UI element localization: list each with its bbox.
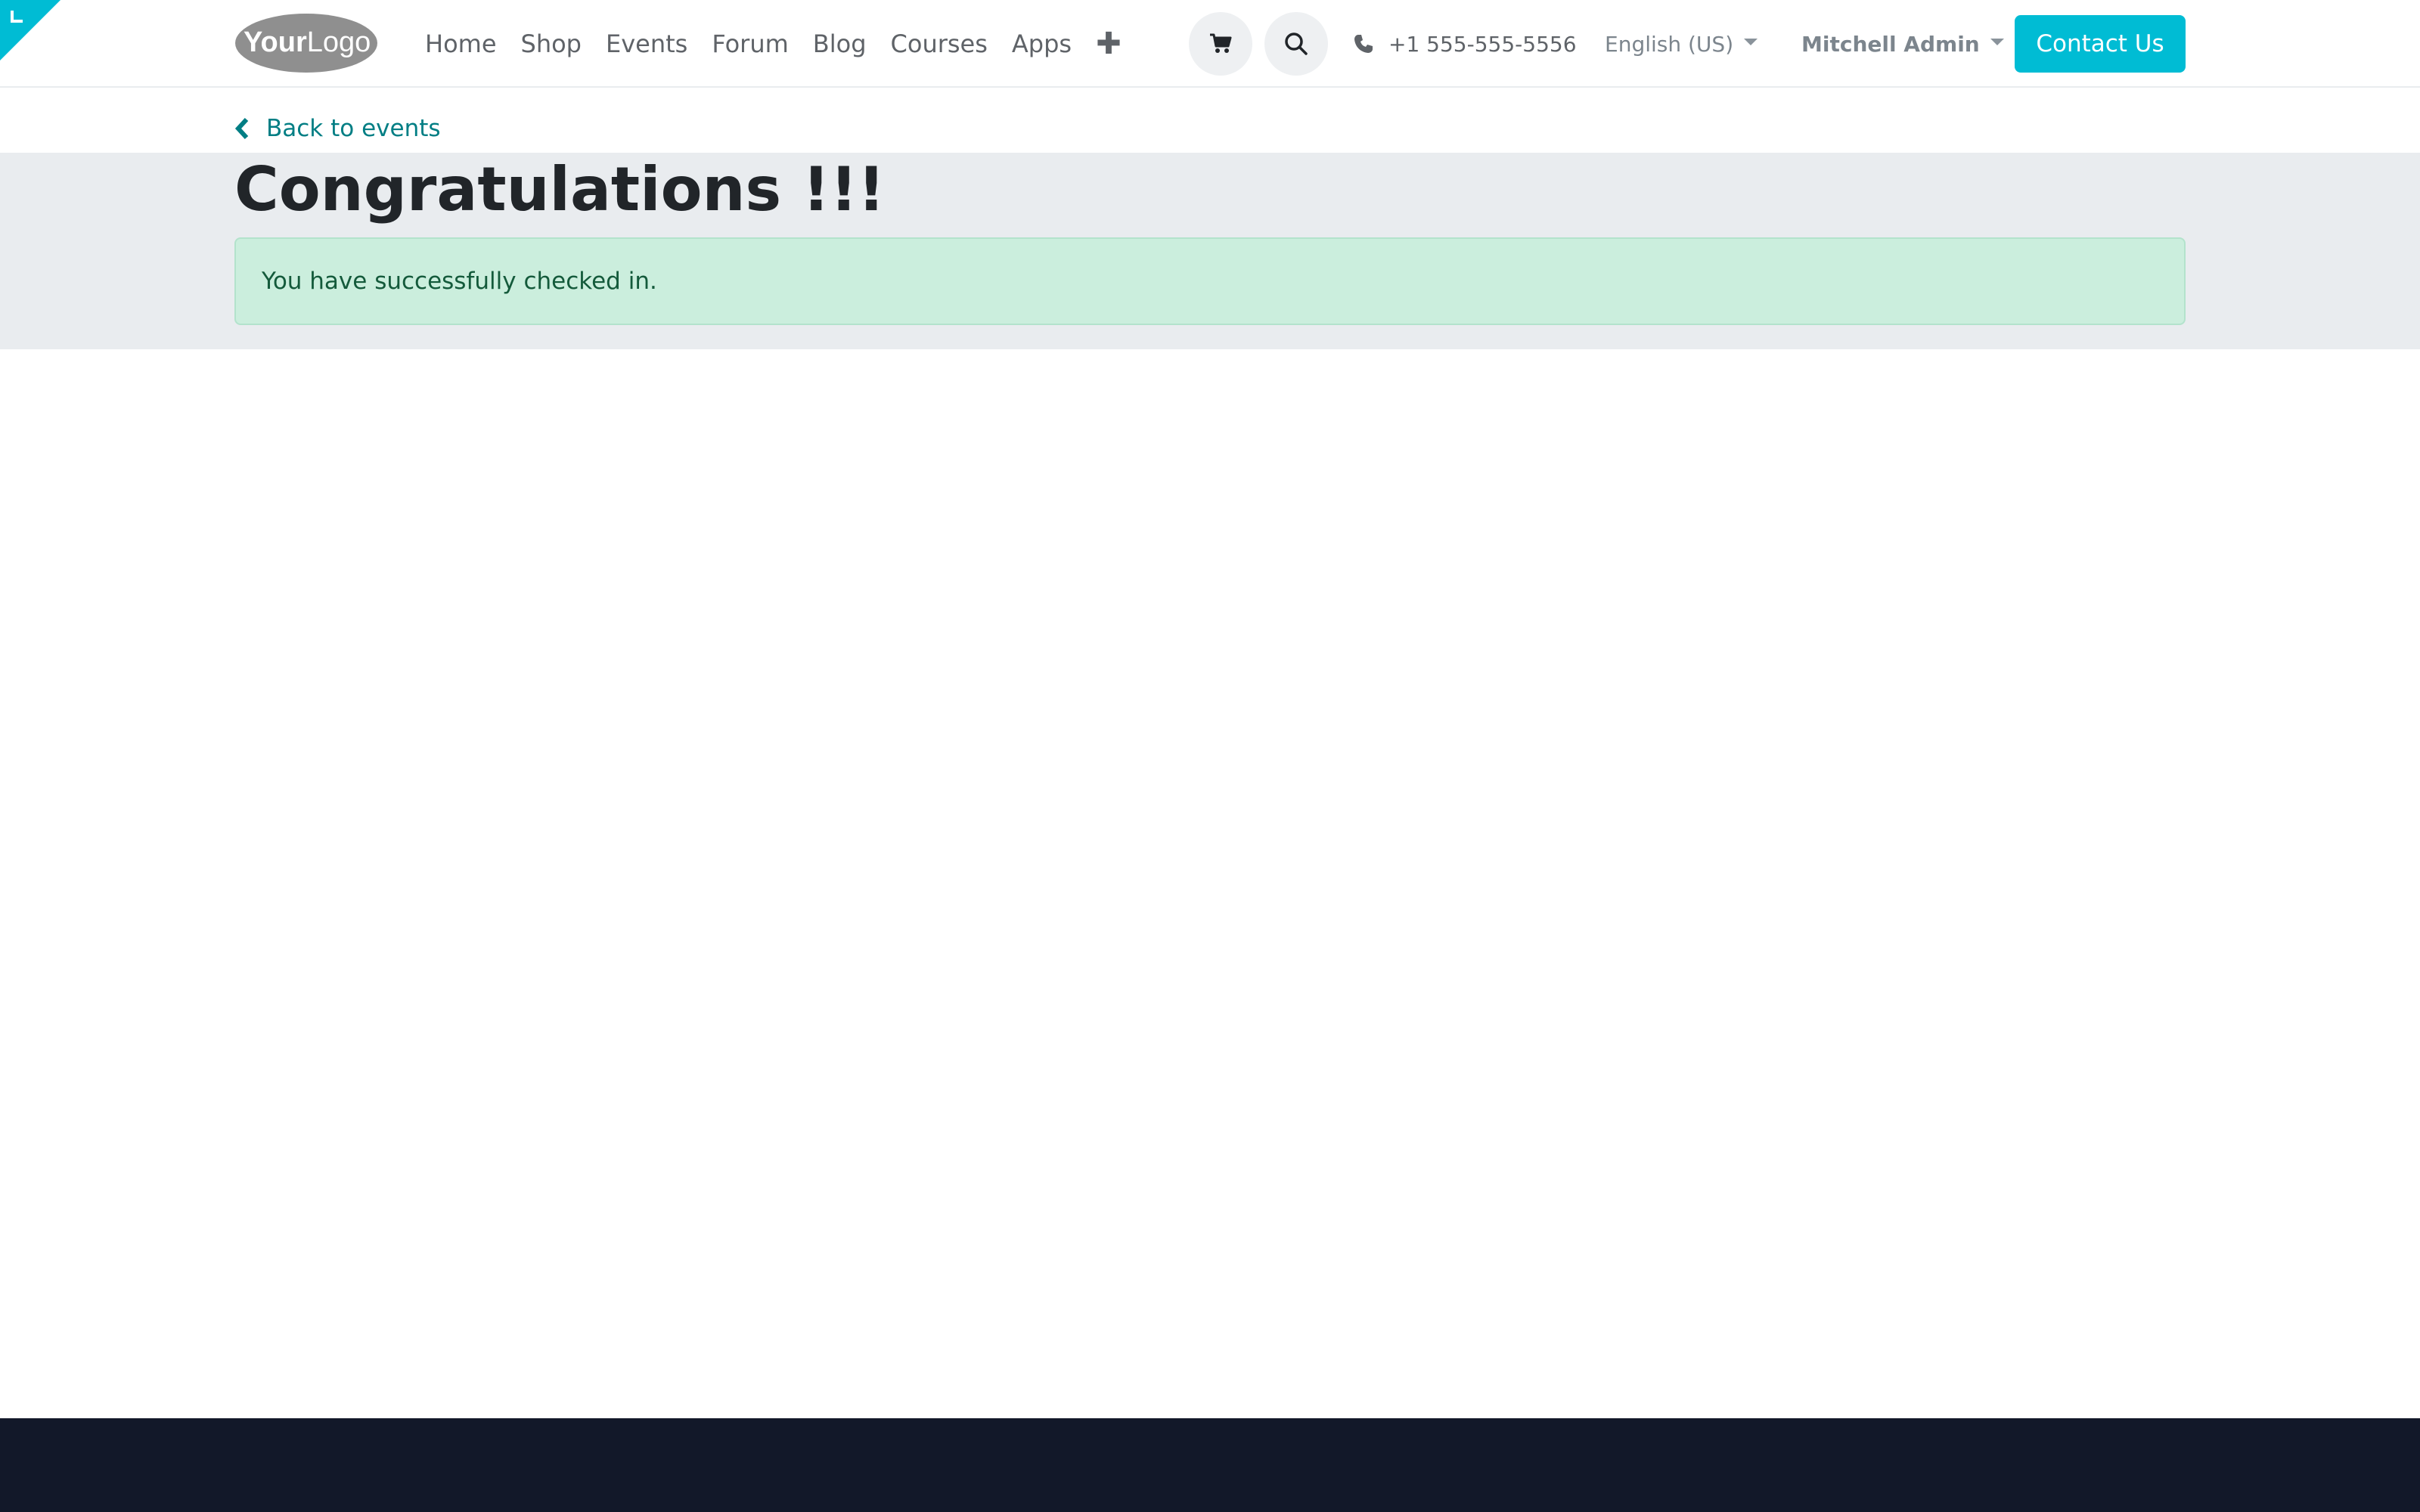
- chevron-down-icon: [1744, 38, 1758, 45]
- search-icon: [1285, 33, 1308, 55]
- phone-icon: [1354, 35, 1373, 53]
- back-to-events-link[interactable]: Back to events: [234, 107, 441, 150]
- nav-item-shop[interactable]: Shop: [509, 29, 594, 58]
- success-alert-message: You have successfully checked in.: [262, 268, 657, 295]
- user-menu[interactable]: Mitchell Admin: [1801, 0, 2004, 88]
- nav-item-home[interactable]: Home: [413, 29, 509, 58]
- phone-link[interactable]: +1 555-555-5556: [1354, 0, 1577, 88]
- contact-us-button[interactable]: Contact Us: [2015, 15, 2186, 73]
- site-header: YourLogo Home Shop Events Forum Blog Cou…: [0, 0, 2420, 88]
- language-dropdown[interactable]: English (US): [1605, 0, 1758, 88]
- language-label: English (US): [1605, 31, 1734, 57]
- nav-item-events[interactable]: Events: [594, 29, 700, 58]
- edit-corner-ribbon[interactable]: [0, 0, 60, 60]
- nav-item-courses[interactable]: Courses: [879, 29, 1000, 58]
- site-footer: [0, 1418, 2420, 1512]
- nav-item-blog[interactable]: Blog: [801, 29, 879, 58]
- user-name: Mitchell Admin: [1801, 31, 1980, 57]
- phone-number: +1 555-555-5556: [1388, 31, 1577, 57]
- chevron-left-icon: [234, 117, 249, 140]
- search-button[interactable]: [1264, 12, 1328, 76]
- chevron-down-icon: [1990, 38, 2004, 45]
- page-title: Congratulations !!!: [234, 154, 886, 225]
- plus-icon[interactable]: ✚: [1084, 29, 1134, 59]
- back-to-events-label: Back to events: [266, 115, 441, 142]
- edit-corner-icon[interactable]: [11, 11, 23, 23]
- success-alert: You have successfully checked in.: [234, 237, 2186, 325]
- nav-item-apps[interactable]: Apps: [1000, 29, 1084, 58]
- cart-icon: [1210, 33, 1232, 53]
- site-logo[interactable]: YourLogo: [234, 12, 378, 74]
- nav-item-forum[interactable]: Forum: [700, 29, 800, 58]
- logo-text-light: Logo: [307, 26, 371, 58]
- svg-text:YourLogo: YourLogo: [244, 26, 371, 58]
- cart-button[interactable]: [1189, 12, 1252, 76]
- logo-text-bold: Your: [244, 26, 307, 58]
- main-nav: Home Shop Events Forum Blog Courses Apps…: [413, 0, 1134, 88]
